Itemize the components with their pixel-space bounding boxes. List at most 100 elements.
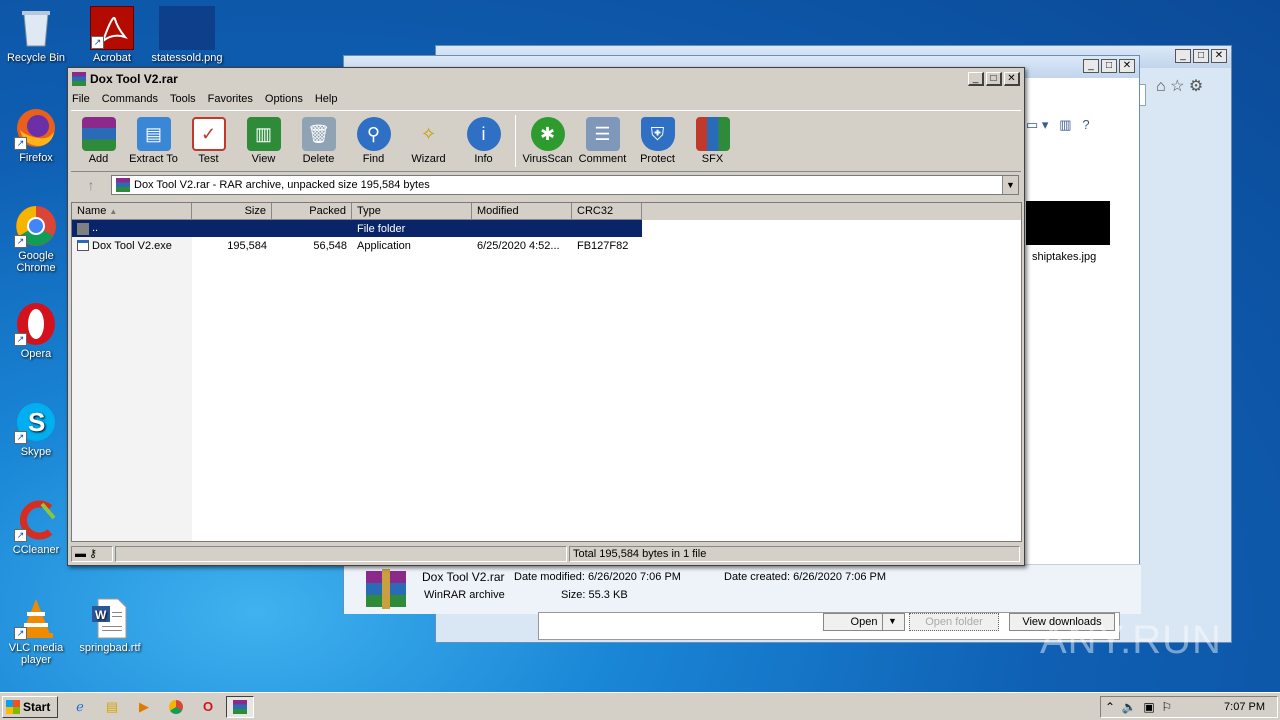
start-button[interactable]: Start bbox=[2, 695, 58, 718]
desktop-icon-label: Skype bbox=[20, 446, 52, 458]
chrome-taskbar-icon[interactable] bbox=[162, 696, 190, 718]
column-size[interactable]: Size bbox=[192, 203, 272, 220]
winrar-archive-icon bbox=[364, 569, 408, 609]
minimize-button[interactable]: _ bbox=[1175, 49, 1191, 63]
address-bar: ↑ Dox Tool V2.rar - RAR archive, unpacke… bbox=[71, 174, 1021, 196]
desktop-icon-opera[interactable]: ↗ Opera bbox=[0, 302, 72, 360]
chevron-down-icon[interactable]: ▼ bbox=[882, 613, 902, 631]
svg-text:S: S bbox=[28, 407, 45, 437]
desktop-icon-acrobat[interactable]: ↗ Acrobat bbox=[76, 6, 148, 64]
drive-key-icon[interactable]: ▬ ⚷ bbox=[71, 546, 113, 562]
row-name-cell: .. bbox=[72, 222, 192, 235]
desktop-icon-firefox[interactable]: ↗ Firefox bbox=[0, 106, 72, 164]
action-center-flag-icon[interactable]: ⚐ bbox=[1161, 700, 1172, 714]
close-button[interactable]: ✕ bbox=[1211, 49, 1227, 63]
internet-explorer-icon[interactable]: ℯ bbox=[66, 696, 94, 718]
menu-favorites[interactable]: Favorites bbox=[208, 93, 253, 105]
desktop-icon-recycle-bin[interactable]: Recycle Bin bbox=[0, 6, 72, 64]
svg-text:W: W bbox=[95, 608, 107, 622]
table-row[interactable]: Dox Tool V2.exe 195,584 56,548 Applicati… bbox=[72, 237, 1021, 254]
pane-icon[interactable]: ▥ bbox=[1059, 117, 1071, 132]
virusscan-button[interactable]: ✱ VirusScan bbox=[520, 111, 575, 171]
download-details-pane: Dox Tool V2.rar Date modified: 6/26/2020… bbox=[344, 564, 1141, 614]
info-icon: i bbox=[466, 117, 501, 151]
desktop-icon-ccleaner[interactable]: ↗ CCleaner bbox=[0, 498, 72, 556]
sfx-button[interactable]: SFX bbox=[685, 111, 740, 171]
wizard-button[interactable]: ✧ Wizard bbox=[401, 111, 456, 171]
add-button[interactable]: Add bbox=[71, 111, 126, 171]
maximize-button[interactable]: □ bbox=[986, 72, 1002, 86]
trash-icon: 🗑 bbox=[301, 117, 336, 151]
table-row[interactable]: .. File folder bbox=[72, 220, 642, 237]
acrobat-icon: ↗ bbox=[90, 6, 134, 50]
file-explorer-icon[interactable]: ▤ bbox=[98, 696, 126, 718]
volume-icon[interactable]: 🔈 bbox=[1122, 700, 1137, 714]
system-tray: ⌃ 🔈 ▣ ⚐ 7:07 PM bbox=[1100, 696, 1278, 718]
row-name: .. bbox=[92, 222, 99, 235]
file-list[interactable]: Name ▲ Size Packed Type Modified CRC32 .… bbox=[71, 202, 1022, 542]
status-total: Total 195,584 bytes in 1 file bbox=[569, 546, 1020, 562]
row-size: 195,584 bbox=[227, 239, 267, 252]
network-icon[interactable]: ▣ bbox=[1143, 700, 1154, 714]
gear-icon[interactable]: ⚙ bbox=[1189, 78, 1203, 95]
address-combobox[interactable]: Dox Tool V2.rar - RAR archive, unpacked … bbox=[111, 175, 1019, 195]
menu-file[interactable]: File bbox=[72, 93, 90, 105]
find-button[interactable]: ⚲ Find bbox=[346, 111, 401, 171]
wand-icon: ✧ bbox=[420, 123, 437, 144]
desktop-icon-label: statessold.png bbox=[151, 52, 223, 64]
recycle-bin-icon bbox=[14, 6, 58, 50]
help-icon[interactable]: ? bbox=[1082, 117, 1089, 132]
comment-button[interactable]: ☰ Comment bbox=[575, 111, 630, 171]
desktop-icon-chrome[interactable]: ↗ Google Chrome bbox=[0, 204, 72, 274]
maximize-button[interactable]: □ bbox=[1193, 49, 1209, 63]
skype-icon: S ↗ bbox=[14, 400, 58, 444]
winrar-taskbar-icon[interactable] bbox=[226, 695, 254, 718]
close-button[interactable]: ✕ bbox=[1004, 72, 1020, 86]
toolbar-label: Delete bbox=[302, 153, 335, 165]
menu-tools[interactable]: Tools bbox=[170, 93, 196, 105]
view-icon[interactable]: ▭ bbox=[1026, 117, 1038, 132]
windows-logo-icon bbox=[6, 699, 20, 714]
download-file-size: Size: 55.3 KB bbox=[561, 589, 628, 601]
desktop-icon-label: Firefox bbox=[19, 152, 53, 164]
extract-folder-icon: ▤ bbox=[136, 117, 171, 151]
desktop-icon-vlc[interactable]: ↗ VLC media player bbox=[0, 596, 72, 666]
opera-taskbar-icon[interactable]: O bbox=[194, 696, 222, 718]
toolbar-separator bbox=[515, 115, 516, 167]
test-button[interactable]: ✓ Test bbox=[181, 111, 236, 171]
menu-options[interactable]: Options bbox=[265, 93, 303, 105]
open-folder-button[interactable]: Open folder bbox=[909, 613, 999, 631]
minimize-button[interactable]: _ bbox=[968, 72, 984, 86]
column-modified[interactable]: Modified bbox=[472, 203, 572, 220]
protect-button[interactable]: ⛨ Protect bbox=[630, 111, 685, 171]
view-button[interactable]: ▥ View bbox=[236, 111, 291, 171]
ccleaner-icon: ↗ bbox=[14, 498, 58, 542]
info-button[interactable]: i Info bbox=[456, 111, 511, 171]
up-arrow-icon[interactable]: ↑ bbox=[71, 177, 111, 193]
winrar-window[interactable]: Dox Tool V2.rar _ □ ✕ File Commands Tools … bbox=[67, 67, 1025, 566]
extract-to-button[interactable]: ▤ Extract To bbox=[126, 111, 181, 171]
column-type[interactable]: Type bbox=[352, 203, 472, 220]
chevron-down-icon[interactable]: ▼ bbox=[1002, 176, 1018, 194]
clock[interactable]: 7:07 PM bbox=[1224, 701, 1265, 713]
minimize-button[interactable]: _ bbox=[1083, 59, 1099, 73]
desktop-icon-label: VLC media player bbox=[8, 642, 64, 666]
delete-button[interactable]: 🗑 Delete bbox=[291, 111, 346, 171]
toolbar-label: Find bbox=[362, 153, 385, 165]
column-crc32[interactable]: CRC32 bbox=[572, 203, 642, 220]
image-thumbnail[interactable] bbox=[1026, 201, 1110, 245]
desktop-icon-springbad[interactable]: W springbad.rtf bbox=[74, 596, 146, 654]
close-button[interactable]: ✕ bbox=[1119, 59, 1135, 73]
home-icon[interactable]: ⌂ bbox=[1156, 78, 1166, 95]
column-packed[interactable]: Packed bbox=[272, 203, 352, 220]
star-icon[interactable]: ☆ bbox=[1170, 78, 1184, 95]
show-hidden-icons-icon[interactable]: ⌃ bbox=[1105, 700, 1115, 714]
column-name[interactable]: Name ▲ bbox=[72, 203, 192, 220]
winrar-app-icon bbox=[72, 72, 86, 86]
maximize-button[interactable]: □ bbox=[1101, 59, 1117, 73]
media-player-icon[interactable]: ▶ bbox=[130, 696, 158, 718]
desktop-icon-statessold[interactable]: statessold.png bbox=[151, 6, 223, 64]
desktop-icon-skype[interactable]: S ↗ Skype bbox=[0, 400, 72, 458]
menu-commands[interactable]: Commands bbox=[102, 93, 158, 105]
menu-help[interactable]: Help bbox=[315, 93, 338, 105]
